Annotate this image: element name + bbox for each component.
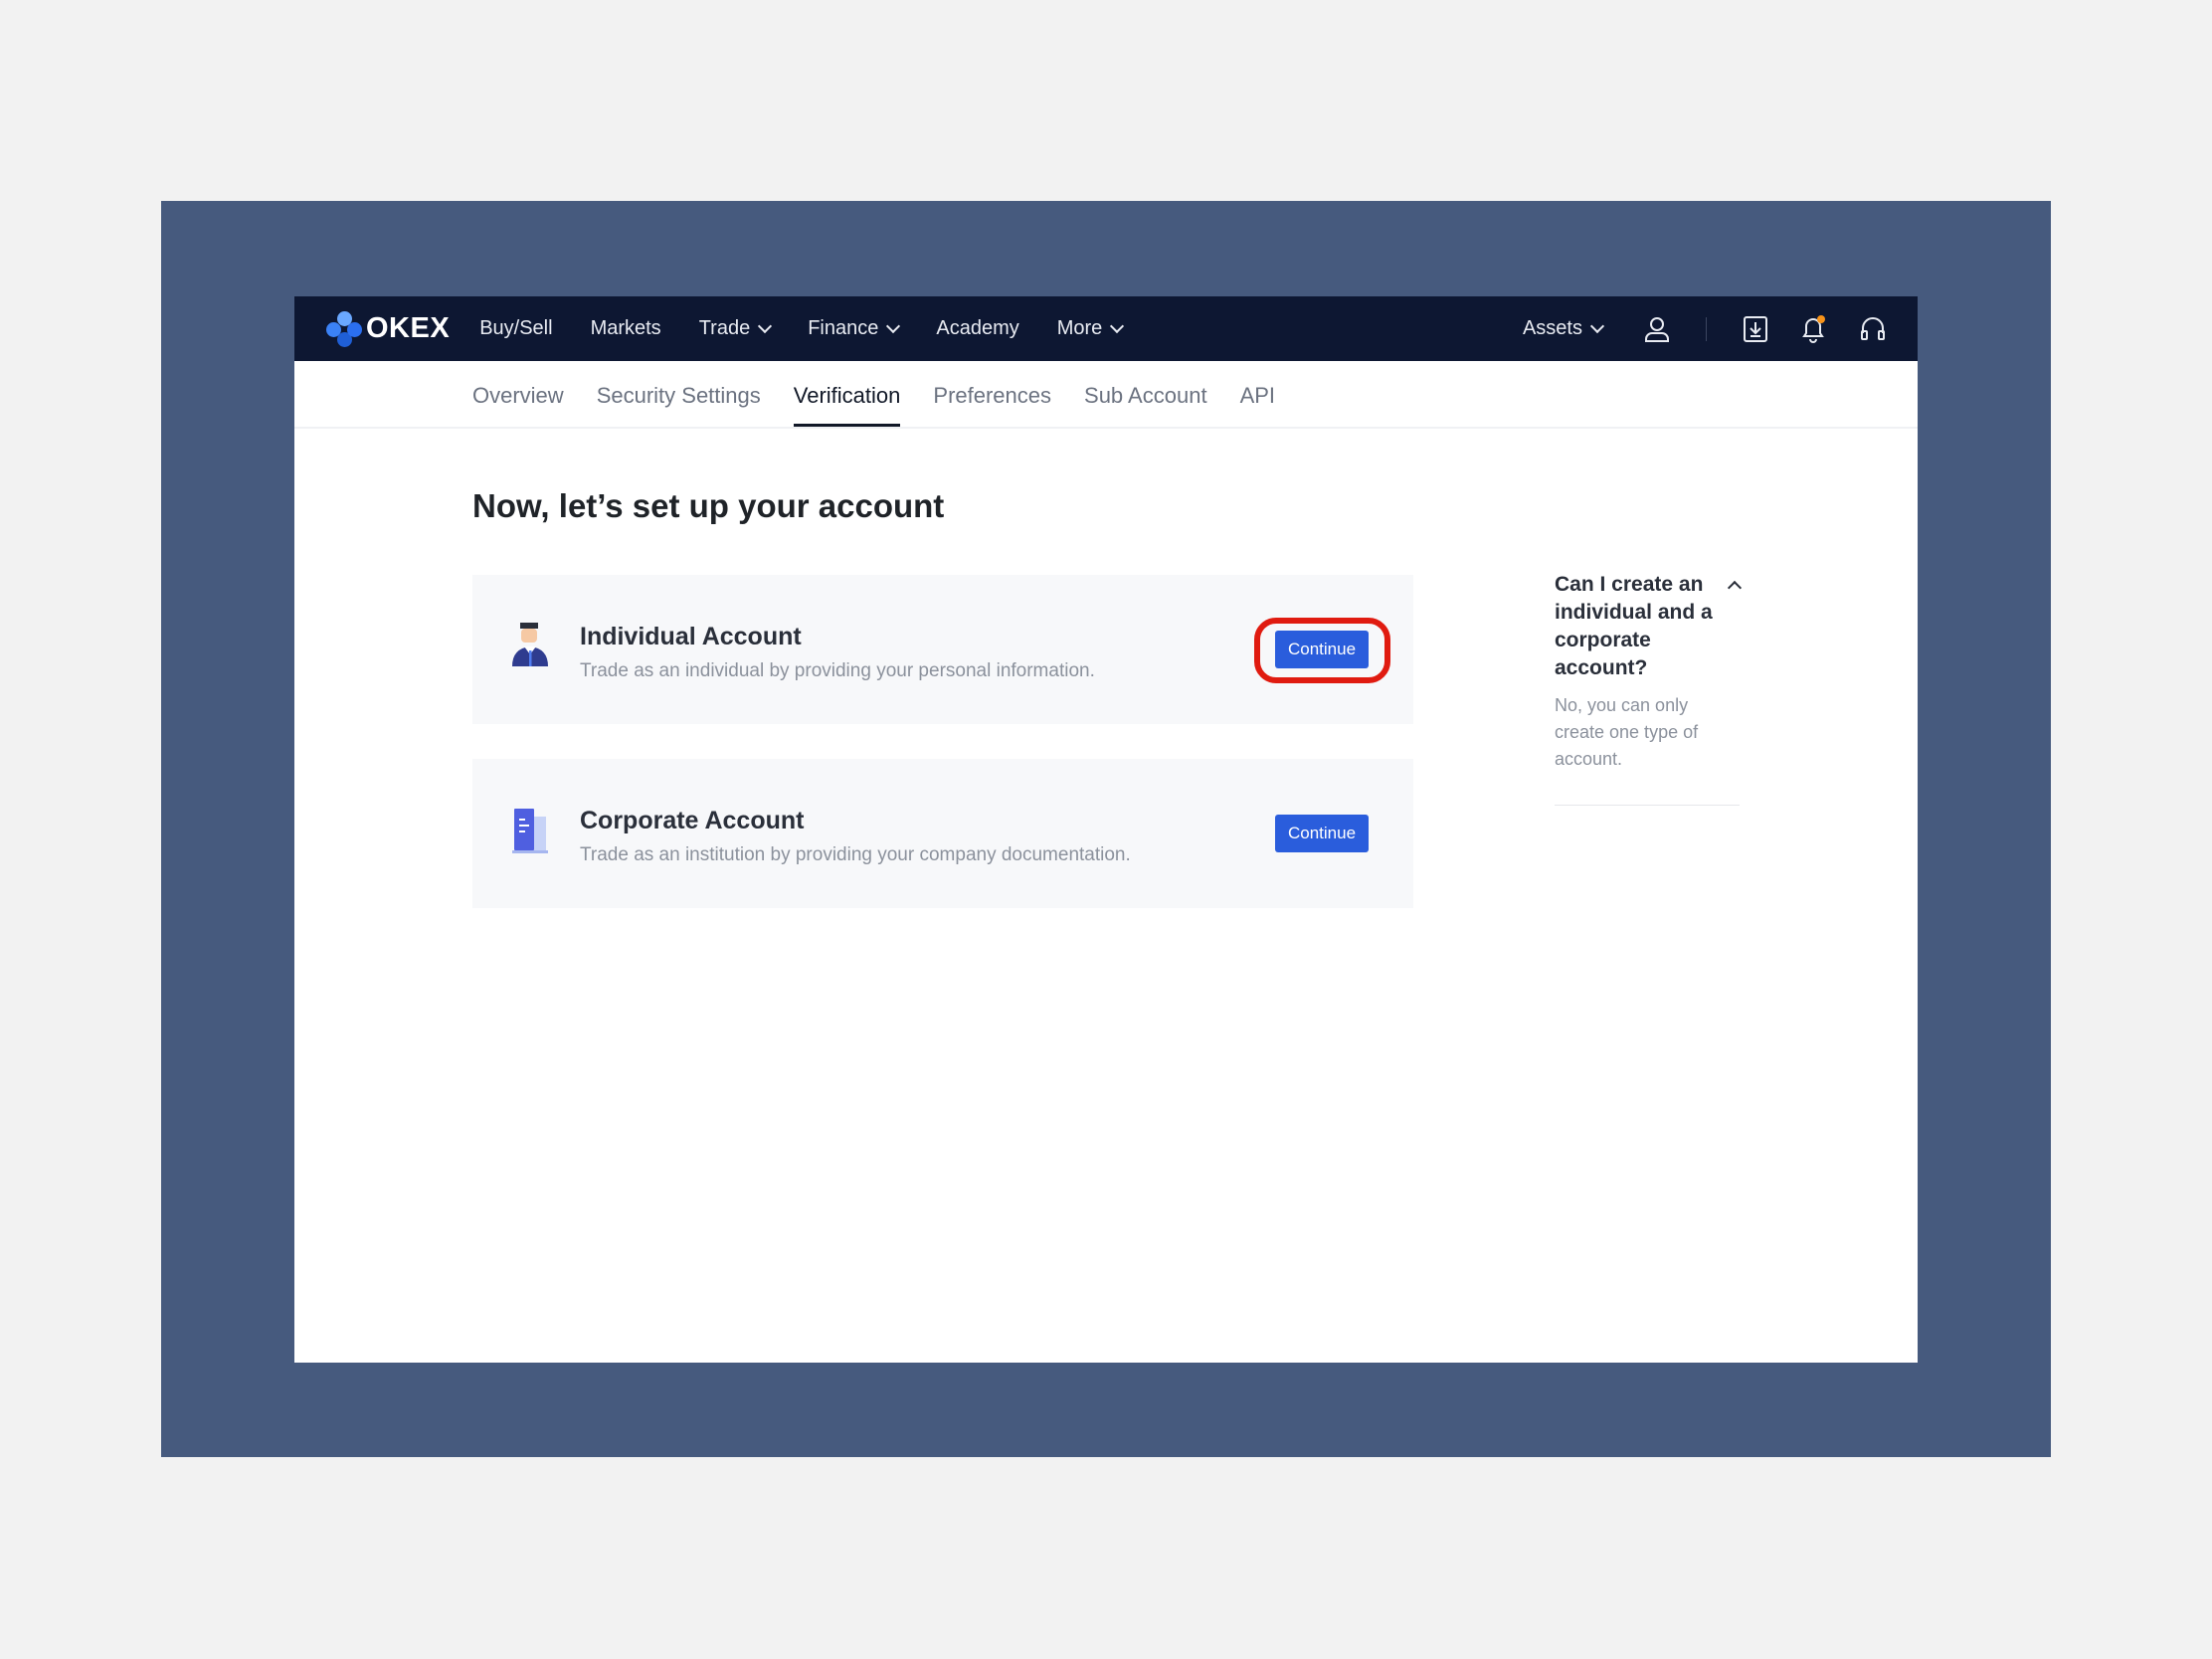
tab-verification[interactable]: Verification [793, 383, 900, 427]
tab-api[interactable]: API [1240, 383, 1275, 427]
card-title: Individual Account [580, 623, 802, 650]
okex-logo[interactable]: OKEX [326, 310, 451, 347]
nav-right-group: Assets [1523, 296, 1888, 361]
chevron-down-icon [886, 318, 901, 334]
corporate-continue-button[interactable]: Continue [1275, 815, 1369, 852]
nav-label: Buy/Sell [479, 317, 553, 339]
nav-item-academy[interactable]: Academy [936, 317, 1018, 340]
account-subtabs: Overview Security Settings Verification … [294, 361, 1918, 429]
headset-icon[interactable] [1858, 314, 1888, 344]
faq-question-toggle[interactable]: Can I create an individual and a corpora… [1555, 571, 1743, 682]
nav-label: Markets [590, 317, 661, 339]
bell-icon[interactable] [1798, 314, 1828, 344]
nav-label: Academy [936, 317, 1019, 339]
top-navigation-bar: OKEX Buy/Sell Markets Trade Finance Acad… [294, 296, 1918, 361]
card-title: Corporate Account [580, 807, 805, 834]
chevron-down-icon [1589, 318, 1605, 334]
nav-divider [1706, 316, 1707, 341]
logo-text: OKEX [366, 312, 451, 344]
nav-item-trade[interactable]: Trade [698, 317, 773, 340]
card-description: Trade as an institution by providing you… [580, 844, 1131, 865]
user-icon[interactable] [1642, 314, 1672, 344]
tab-security-settings[interactable]: Security Settings [597, 383, 761, 427]
faq-divider [1555, 805, 1740, 806]
okex-logo-icon [326, 310, 362, 347]
nav-label: Finance [808, 317, 879, 339]
nav-item-buy-sell[interactable]: Buy/Sell [479, 317, 552, 340]
faq-answer: No, you can only create one type of acco… [1555, 695, 1699, 769]
faq-panel: Can I create an individual and a corpora… [1555, 571, 1743, 806]
individual-continue-button[interactable]: Continue [1275, 631, 1369, 668]
tab-overview[interactable]: Overview [472, 383, 564, 427]
person-icon [510, 621, 550, 672]
nav-item-more[interactable]: More [1056, 317, 1125, 340]
download-icon[interactable] [1741, 314, 1770, 344]
nav-label: More [1056, 317, 1103, 339]
tab-preferences[interactable]: Preferences [933, 383, 1051, 427]
card-description: Trade as an individual by providing your… [580, 660, 1095, 681]
individual-account-card: Individual Account Trade as an individua… [472, 575, 1413, 724]
chevron-down-icon [758, 318, 773, 334]
notification-dot [1817, 314, 1825, 323]
building-icon [510, 805, 550, 856]
corporate-account-card: Corporate Account Trade as an institutio… [472, 759, 1413, 908]
browser-window: OKEX Buy/Sell Markets Trade Finance Acad… [294, 296, 1918, 1363]
nav-item-finance[interactable]: Finance [808, 317, 901, 340]
chevron-up-icon [1727, 580, 1743, 596]
nav-item-markets[interactable]: Markets [591, 317, 661, 340]
nav-label: Trade [698, 317, 751, 339]
nav-item-assets[interactable]: Assets [1522, 317, 1605, 340]
page-title: Now, let’s set up your account [472, 487, 945, 524]
chevron-down-icon [1110, 318, 1125, 334]
nav-label: Assets [1522, 317, 1582, 339]
tab-sub-account[interactable]: Sub Account [1084, 383, 1207, 427]
faq-question: Can I create an individual and a corpora… [1555, 573, 1713, 679]
